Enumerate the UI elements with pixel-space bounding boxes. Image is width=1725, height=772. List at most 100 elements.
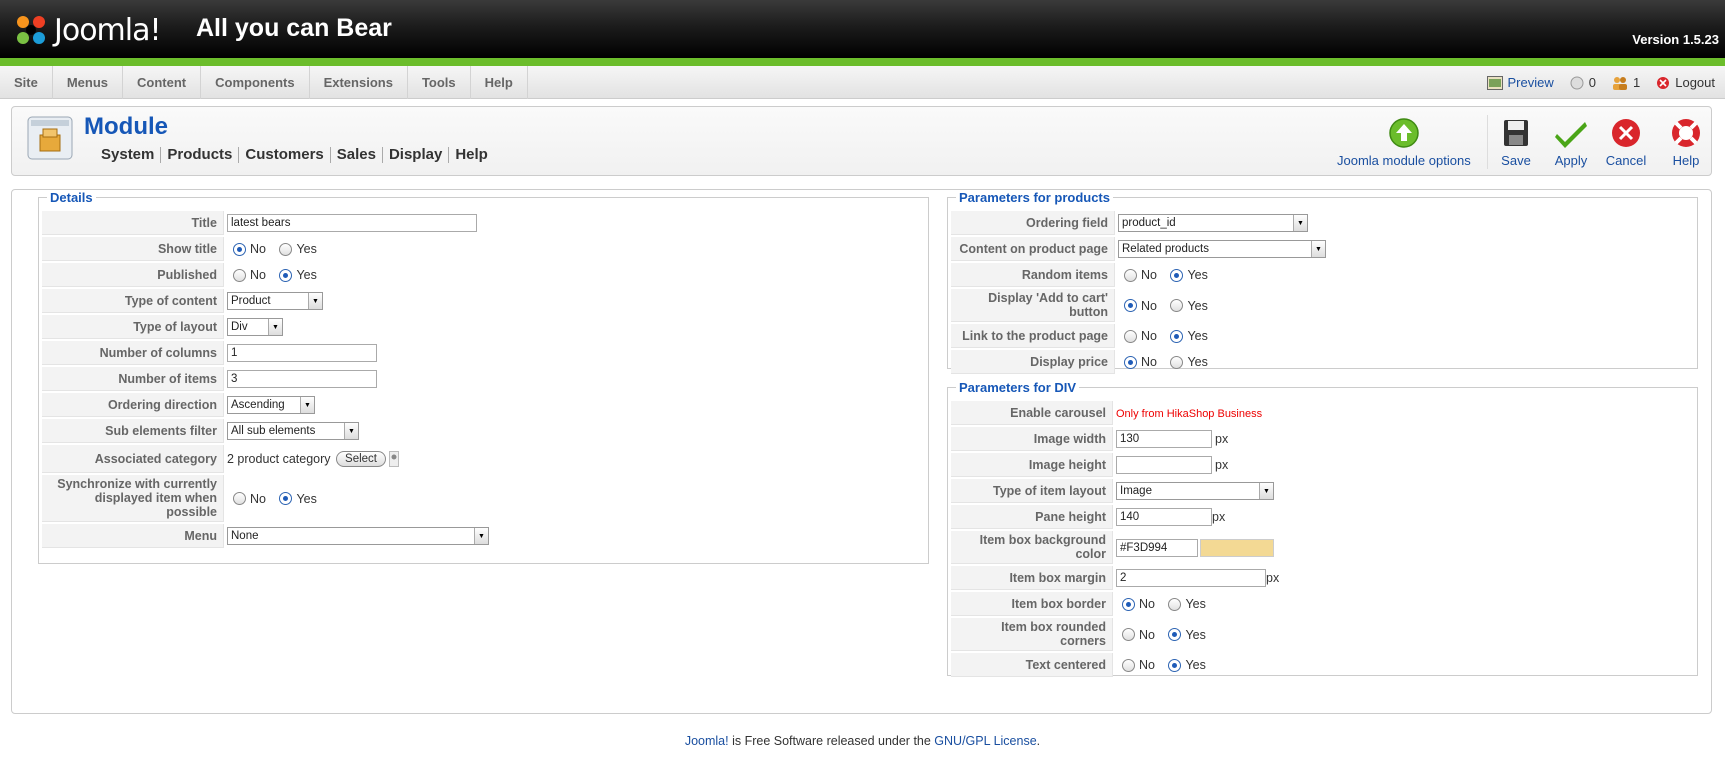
details-legend: Details: [50, 190, 93, 205]
type-of-layout-select[interactable]: Div ▼: [227, 318, 283, 336]
title-input[interactable]: latest bears: [227, 214, 477, 232]
version-label: Version 1.5.23: [1632, 32, 1719, 47]
row-sub-elements-filter: Sub elements filter All sub elements ▼: [42, 419, 925, 443]
link-to-product-yes-radio[interactable]: [1170, 329, 1184, 343]
sub-elements-filter-select[interactable]: All sub elements ▼: [227, 422, 359, 440]
menu-item-menus[interactable]: Menus: [53, 66, 124, 99]
type-of-item-layout-value: Image: [1120, 485, 1152, 497]
messages-count: 0: [1588, 75, 1596, 90]
number-of-columns-label: Number of columns: [42, 341, 224, 365]
menu-item-content[interactable]: Content: [123, 66, 202, 99]
joomla-module-options-label: Joomla module options: [1337, 153, 1471, 168]
random-items-no-radio[interactable]: [1124, 268, 1137, 282]
content-on-product-page-select[interactable]: Related products ▼: [1118, 240, 1326, 258]
ordering-direction-value: Ascending: [231, 399, 285, 411]
enable-carousel-label: Enable carousel: [951, 401, 1113, 425]
content-on-product-page-value: Related products: [1122, 243, 1209, 255]
add-to-cart-no-radio[interactable]: [1124, 299, 1137, 313]
div-params-fieldset: Parameters for DIV Enable carousel Only …: [947, 380, 1698, 679]
menu-item-site[interactable]: Site: [0, 66, 53, 99]
submenu-system[interactable]: System: [89, 147, 160, 163]
title-label: Title: [42, 211, 224, 235]
products-params-table: Ordering field product_id ▼ Content on pr…: [951, 209, 1694, 376]
save-button[interactable]: Save: [1492, 117, 1540, 168]
menu-item-extensions[interactable]: Extensions: [310, 66, 408, 99]
preview-link[interactable]: Preview: [1486, 75, 1554, 90]
display-price-yes-radio[interactable]: [1170, 355, 1184, 369]
show-title-no-radio[interactable]: [233, 242, 246, 256]
type-of-item-layout-select[interactable]: Image ▼: [1116, 482, 1274, 500]
text-centered-yes-radio[interactable]: [1168, 658, 1182, 672]
image-width-input[interactable]: 130: [1116, 430, 1212, 448]
link-to-product-yes-label: Yes: [1187, 329, 1208, 344]
users-status[interactable]: 1: [1612, 75, 1640, 90]
menu-bar: Site Menus Content Components Extensions…: [0, 66, 1725, 99]
messages-status[interactable]: 0: [1570, 75, 1596, 90]
item-box-margin-unit: px: [1266, 571, 1280, 585]
type-of-content-select[interactable]: Product ▼: [227, 292, 323, 310]
messages-icon: [1570, 76, 1584, 89]
rounded-corners-no-radio[interactable]: [1122, 628, 1135, 642]
item-box-margin-input[interactable]: 2: [1116, 569, 1266, 587]
link-to-product-label: Link to the product page: [951, 324, 1115, 348]
checkmark-icon: [1555, 122, 1587, 148]
image-height-input[interactable]: [1116, 456, 1212, 474]
random-items-yes-label: Yes: [1187, 268, 1208, 283]
color-swatch[interactable]: [1200, 538, 1274, 557]
apply-button[interactable]: Apply: [1547, 117, 1595, 168]
row-link-to-product: Link to the product page No Yes: [951, 324, 1694, 348]
submenu-help[interactable]: Help: [448, 147, 494, 163]
published-no-radio[interactable]: [233, 268, 246, 282]
help-label: Help: [1672, 153, 1700, 168]
show-title-label: Show title: [42, 237, 224, 261]
row-display-price: Display price No Yes: [951, 350, 1694, 374]
joomla-footer-link[interactable]: Joomla!: [685, 734, 729, 748]
menu-item-tools[interactable]: Tools: [408, 66, 471, 99]
display-price-no-label: No: [1141, 355, 1157, 370]
select-category-button[interactable]: Select: [336, 451, 386, 467]
rounded-corners-label: Item box rounded corners: [951, 618, 1113, 651]
item-box-border-no-radio[interactable]: [1122, 597, 1135, 611]
submenu-display[interactable]: Display: [381, 147, 448, 163]
row-content-on-product-page: Content on product page Related products…: [951, 237, 1694, 261]
logout-link[interactable]: Logout: [1656, 75, 1715, 90]
chevron-down-icon: ▼: [1259, 483, 1273, 499]
menu-value: None: [231, 530, 259, 542]
cancel-button[interactable]: Cancel: [1602, 117, 1650, 168]
menu-item-components[interactable]: Components: [201, 66, 310, 99]
submenu-sales[interactable]: Sales: [329, 147, 382, 163]
row-item-box-border: Item box border No Yes: [951, 592, 1694, 616]
help-button[interactable]: Help: [1662, 117, 1710, 168]
synchronize-yes-radio[interactable]: [279, 492, 293, 506]
pane-height-input[interactable]: 140: [1116, 508, 1212, 526]
display-price-no-radio[interactable]: [1124, 355, 1137, 369]
submenu-products[interactable]: Products: [160, 147, 238, 163]
details-table: Title latest bears Show title No Yes Pub…: [42, 209, 925, 550]
show-title-yes-radio[interactable]: [279, 242, 293, 256]
number-of-items-input[interactable]: 3: [227, 370, 377, 388]
footer: Joomla! is Free Software released under …: [0, 734, 1725, 748]
synchronize-no-radio[interactable]: [233, 492, 246, 506]
item-box-bg-input[interactable]: #F3D994: [1116, 538, 1198, 557]
rounded-corners-yes-label: Yes: [1185, 627, 1206, 642]
joomla-module-options-button[interactable]: Joomla module options: [1337, 117, 1471, 168]
add-to-cart-yes-radio[interactable]: [1170, 299, 1184, 313]
link-to-product-no-radio[interactable]: [1124, 329, 1137, 343]
submenu-customers[interactable]: Customers: [238, 147, 329, 163]
published-yes-radio[interactable]: [279, 268, 293, 282]
ordering-field-select[interactable]: product_id ▼: [1118, 214, 1308, 232]
text-centered-no-radio[interactable]: [1122, 658, 1135, 672]
row-type-of-layout: Type of layout Div ▼: [42, 315, 925, 339]
gpl-license-link[interactable]: GNU/GPL License: [934, 734, 1036, 748]
ordering-direction-select[interactable]: Ascending ▼: [227, 396, 315, 414]
logo-text: Joomla!: [54, 12, 162, 48]
rounded-corners-yes-radio[interactable]: [1168, 628, 1182, 642]
number-of-columns-input[interactable]: 1: [227, 344, 377, 362]
random-items-yes-radio[interactable]: [1170, 268, 1184, 282]
item-box-border-yes-radio[interactable]: [1168, 597, 1182, 611]
preview-icon: [1486, 75, 1503, 90]
link-to-product-no-label: No: [1141, 329, 1157, 344]
div-params-table: Enable carousel Only from HikaShop Busin…: [951, 399, 1694, 679]
menu-select[interactable]: None ▼: [227, 527, 489, 545]
menu-item-help[interactable]: Help: [471, 66, 528, 99]
